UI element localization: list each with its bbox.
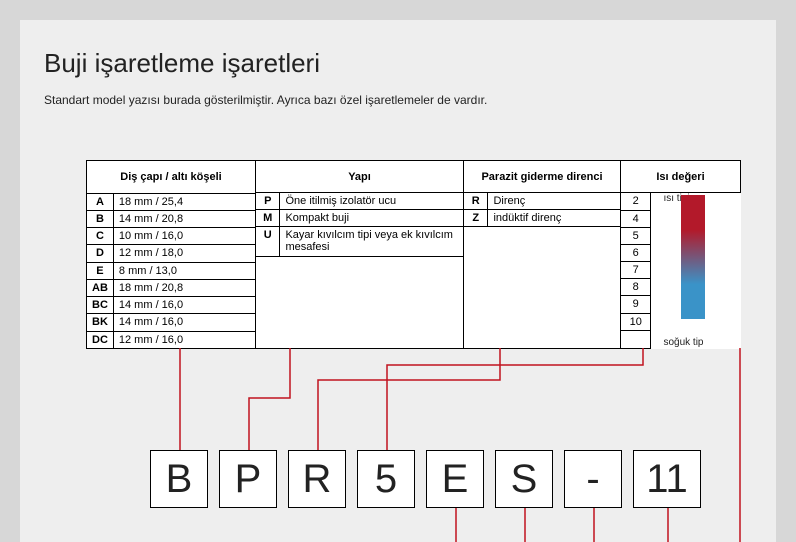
heat-gradient (681, 195, 705, 319)
thread-header: Diş çapı / altı köşeli (87, 161, 256, 194)
resistor-header: Parazit giderme direnci (464, 161, 621, 193)
spec-tables: Diş çapı / altı köşeli A18 mm / 25,4 B14… (86, 160, 741, 349)
table-resistor: Parazit giderme direnci RDirenç Zindükti… (464, 160, 621, 349)
heat-gradient-cell: ısı tipi soğuk tip (651, 193, 741, 349)
cold-label: soğuk tip (663, 337, 703, 349)
thread-val: 18 mm / 25,4 (113, 193, 255, 210)
table-thread: Diş çapı / altı köşeli A18 mm / 25,4 B14… (86, 160, 256, 349)
construction-header: Yapı (256, 161, 464, 193)
code-char: - (564, 450, 622, 508)
code-char: B (150, 450, 208, 508)
code-char: E (426, 450, 484, 508)
example-code: B P R 5 E S - 11 (150, 450, 701, 508)
table-heat: Isı değeri 2 ısı tipi soğuk tip 4 5 6 7 … (621, 160, 741, 349)
code-char: P (219, 450, 277, 508)
page-title: Buji işaretleme işaretleri (44, 48, 752, 79)
thread-code: A (87, 193, 114, 210)
code-char: 5 (357, 450, 415, 508)
subtitle: Standart model yazısı burada gösterilmiş… (44, 93, 752, 107)
code-char: R (288, 450, 346, 508)
table-construction: Yapı PÖne itilmiş izolatör ucu MKompakt … (256, 160, 464, 349)
heat-header: Isı değeri (621, 161, 741, 193)
code-char: S (495, 450, 553, 508)
code-char: 11 (633, 450, 701, 508)
